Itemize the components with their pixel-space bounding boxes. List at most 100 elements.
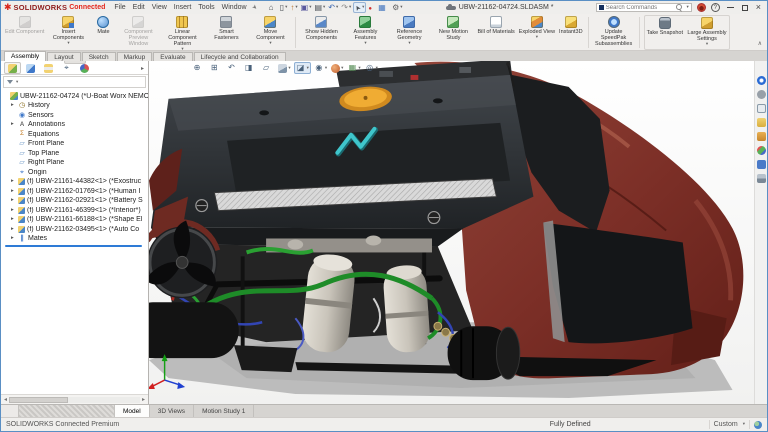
dropdown-arrow-icon[interactable]: ▾ xyxy=(295,5,297,10)
hud-button[interactable]: ▾ xyxy=(330,62,344,74)
ribbon-button[interactable]: Instant3D ▾ xyxy=(557,15,585,50)
menu-item[interactable]: Tools xyxy=(198,4,214,11)
rollback-bar[interactable] xyxy=(5,245,142,247)
dropdown-arrow-icon[interactable]: ▾ xyxy=(536,35,538,40)
ribbon-button[interactable]: Insert Components ▾ xyxy=(46,15,90,50)
dropdown-arrow-icon[interactable]: ▾ xyxy=(285,5,287,10)
dropdown-arrow-icon[interactable]: ▾ xyxy=(349,5,351,10)
quick-access-button[interactable]: ▾ xyxy=(300,2,313,13)
ribbon-button[interactable]: Linear Component Pattern ▾ xyxy=(160,15,204,50)
expand-arrow-icon[interactable] xyxy=(11,198,16,204)
dropdown-arrow-icon[interactable]: ▾ xyxy=(376,66,378,71)
expand-arrow-icon[interactable] xyxy=(11,122,16,128)
hud-button[interactable]: ▾ xyxy=(243,62,258,74)
tree-item[interactable]: (f) UBW-21161-46399<1> (*Interior*) xyxy=(3,206,148,216)
ribbon-button[interactable]: Smart Fasteners ▾ xyxy=(204,15,248,50)
rear-hatch-panel[interactable] xyxy=(151,75,534,247)
tree-root-item[interactable]: UBW-21162-04724 (*U-Boat Worx NEMO xyxy=(3,91,148,101)
quick-access-button[interactable]: ▾ xyxy=(340,2,352,13)
expand-arrow-icon[interactable] xyxy=(11,103,16,109)
tree-item[interactable]: Mates xyxy=(3,234,148,244)
menu-item[interactable]: Edit xyxy=(133,4,145,11)
scrollbar-thumb[interactable] xyxy=(9,397,68,403)
ribbon-button[interactable]: Bill of Materials ▾ xyxy=(475,15,516,50)
pin-menu-icon[interactable]: ➤ xyxy=(250,3,259,12)
sidebar-tool-button[interactable] xyxy=(756,75,767,86)
model-tab[interactable]: 3D Views xyxy=(150,405,194,417)
dropdown-arrow-icon[interactable]: ▾ xyxy=(400,5,402,10)
search-commands-box[interactable]: ▾ xyxy=(596,3,692,12)
dropdown-arrow-icon[interactable]: ▾ xyxy=(325,66,327,71)
tree-item[interactable]: (f) UBW-21162-01769<1> (*Human I xyxy=(3,187,148,197)
tree-item[interactable]: Equations xyxy=(3,130,148,140)
ribbon-button[interactable]: Mate ▾ xyxy=(90,15,116,50)
ribbon-button[interactable]: New Motion Study ▾ xyxy=(431,15,475,50)
ribbon-button[interactable]: Large Assembly Settings ▾ xyxy=(685,16,729,49)
dropdown-arrow-icon[interactable]: ▾ xyxy=(16,80,18,85)
panel-tab[interactable] xyxy=(22,62,39,74)
sidebar-tool-button[interactable] xyxy=(756,173,767,184)
model-tab[interactable]: Motion Study 1 xyxy=(194,405,254,417)
hud-button[interactable]: ▾ xyxy=(226,62,241,74)
dropdown-arrow-icon[interactable]: ▾ xyxy=(67,41,69,46)
dropdown-arrow-icon[interactable]: ▾ xyxy=(288,66,290,71)
panel-tab[interactable] xyxy=(4,62,21,74)
dropdown-arrow-icon[interactable]: ▾ xyxy=(181,47,183,52)
dropdown-arrow-icon[interactable]: ▾ xyxy=(323,5,325,10)
menu-item[interactable]: Window xyxy=(222,4,247,11)
dropdown-arrow-icon[interactable]: ▾ xyxy=(341,66,343,71)
dropdown-arrow-icon[interactable]: ▾ xyxy=(358,66,360,71)
sidebar-tool-button[interactable] xyxy=(756,117,767,128)
search-dropdown-icon[interactable]: ▾ xyxy=(686,5,688,10)
tree-item[interactable]: Front Plane xyxy=(3,139,148,149)
quick-access-button[interactable]: ▾ xyxy=(377,2,390,13)
commandmanager-tab[interactable]: Assembly xyxy=(4,51,46,61)
dropdown-arrow-icon[interactable]: ▾ xyxy=(309,5,311,10)
quick-access-button[interactable]: ▾ xyxy=(367,2,376,13)
hud-button[interactable]: ▾ xyxy=(364,62,379,74)
expand-arrow-icon[interactable] xyxy=(11,227,16,233)
ribbon-button[interactable]: Assembly Features ▾ xyxy=(343,15,387,50)
dropdown-arrow-icon[interactable]: ▾ xyxy=(408,41,410,46)
sidebar-tool-button[interactable] xyxy=(756,89,767,100)
dropdown-arrow-icon[interactable]: ▾ xyxy=(307,66,309,71)
expand-arrow-icon[interactable] xyxy=(11,208,16,214)
panel-tab-overflow-icon[interactable]: ▸ xyxy=(141,65,146,72)
menu-item[interactable]: View xyxy=(152,4,167,11)
tree-item[interactable]: Annotations xyxy=(3,120,148,130)
commandmanager-tab[interactable]: Sketch xyxy=(82,52,116,61)
ribbon-button[interactable]: Edit Component ▾ xyxy=(3,15,46,50)
dropdown-arrow-icon[interactable]: ▾ xyxy=(364,41,366,46)
tree-item[interactable]: (f) UBW-21162-03495<1> (*Auto Co xyxy=(3,225,148,235)
expand-arrow-icon[interactable] xyxy=(11,217,16,223)
commandmanager-tab[interactable]: Evaluate xyxy=(153,52,192,61)
ribbon-button[interactable]: Component Preview Window ▾ xyxy=(116,15,160,50)
dropdown-arrow-icon[interactable]: ▾ xyxy=(743,422,745,427)
scroll-right-icon[interactable]: ▸ xyxy=(140,397,147,403)
commandmanager-tab[interactable]: Lifecycle and Collaboration xyxy=(194,52,286,61)
search-input[interactable] xyxy=(606,5,675,11)
hud-button[interactable]: ▾ xyxy=(260,62,275,74)
expand-arrow-icon[interactable] xyxy=(11,189,16,195)
hud-button[interactable]: ▾ xyxy=(208,62,223,74)
ribbon-collapse-icon[interactable]: ∧ xyxy=(758,40,762,47)
user-avatar[interactable] xyxy=(697,3,706,12)
quick-access-button[interactable]: ▾ xyxy=(391,2,403,13)
ribbon-button[interactable]: Reference Geometry ▾ xyxy=(387,15,431,50)
tab-splitter-hatch[interactable] xyxy=(19,405,115,417)
quick-access-button[interactable]: ▾ xyxy=(279,2,289,13)
panel-grip-handle[interactable] xyxy=(64,61,86,64)
hud-button[interactable]: ▾ xyxy=(346,62,361,74)
hud-button[interactable]: ▾ xyxy=(191,62,206,74)
restore-button[interactable] xyxy=(742,5,748,11)
hud-button[interactable]: ▾ xyxy=(313,62,328,74)
display-style-selector[interactable]: Custom xyxy=(714,421,738,428)
tree-item[interactable]: Right Plane xyxy=(3,158,148,168)
menu-item[interactable]: Insert xyxy=(174,4,192,11)
dropdown-arrow-icon[interactable]: ▾ xyxy=(706,42,708,47)
globe-icon[interactable] xyxy=(754,421,762,429)
model-tab[interactable]: Model xyxy=(115,405,150,417)
ribbon-button[interactable]: Exploded View ▾ xyxy=(517,15,557,50)
close-button[interactable]: × xyxy=(756,3,761,12)
tree-item[interactable]: History xyxy=(3,101,148,111)
